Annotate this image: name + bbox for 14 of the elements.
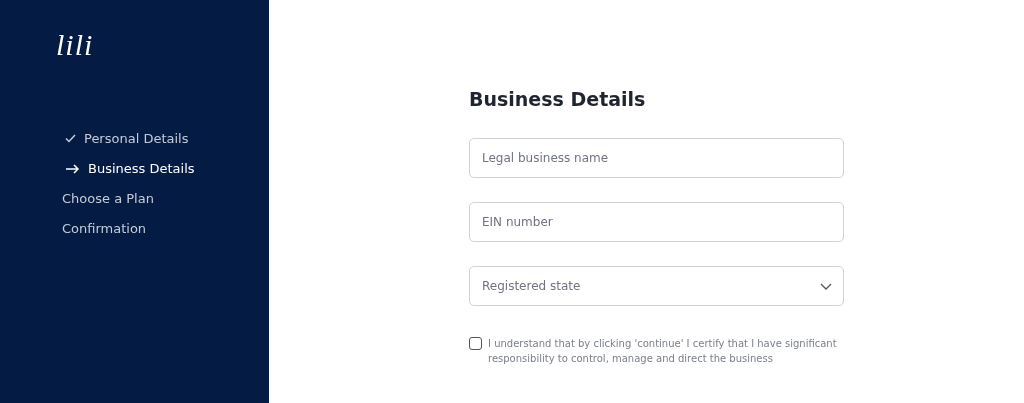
- certify-text: I understand that by clicking 'continue' I certify that I have significant responsibility to control, manage and direct the business: [488, 337, 838, 366]
- step-label[interactable]: Personal Details: [84, 131, 189, 146]
- page-title: Business Details: [469, 88, 646, 110]
- state-select[interactable]: Registered state: [469, 266, 844, 306]
- step-label[interactable]: Business Details: [88, 161, 195, 176]
- step-label[interactable]: Confirmation: [62, 221, 147, 236]
- arrow-right-icon: [65, 163, 80, 174]
- input-field[interactable]: EIN number: [469, 202, 844, 242]
- chevron-down-icon: [820, 283, 832, 290]
- check-icon: [65, 134, 76, 143]
- checkbox[interactable]: [469, 337, 482, 350]
- input-field[interactable]: Legal business name: [469, 138, 844, 178]
- logo[interactable]: lili: [56, 28, 94, 62]
- step-label[interactable]: Choose a Plan: [62, 191, 154, 206]
